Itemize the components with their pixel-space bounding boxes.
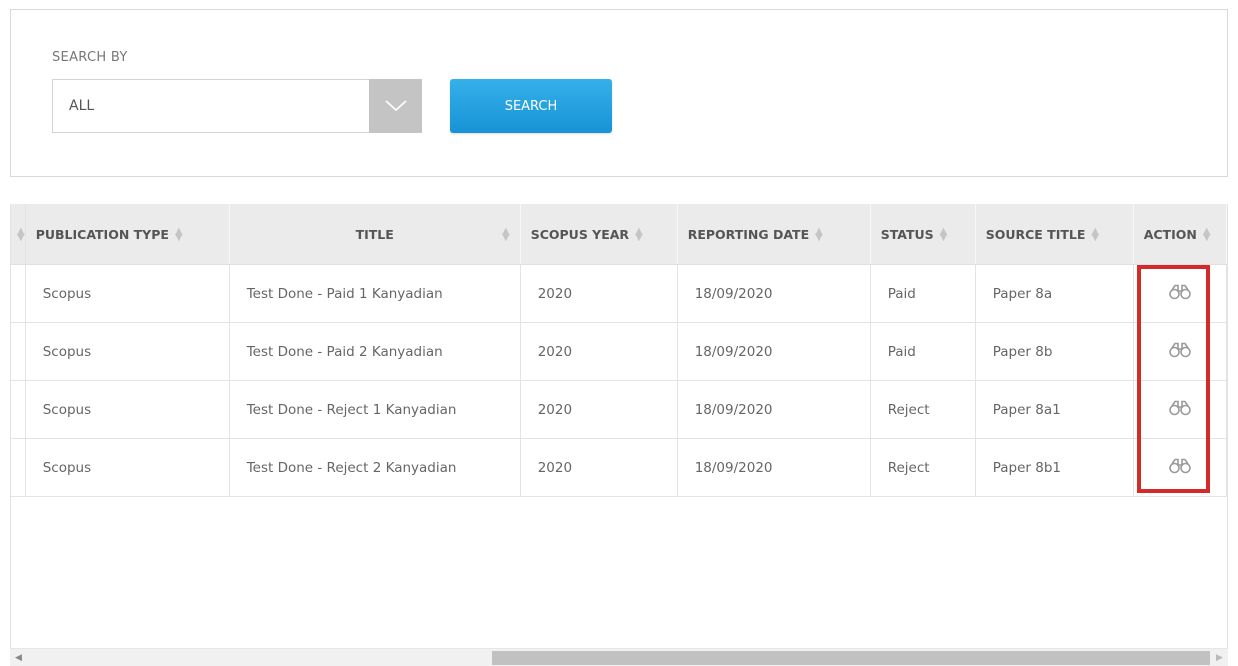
- table-row[interactable]: Scopus Test Done - Reject 1 Kanyadian 20…: [11, 380, 1227, 439]
- table-header-row: ▲ ▼ PUBLICATION TYPE ▲ ▼ TITLE ▲ ▼ SCOPUS YEA…: [11, 204, 1227, 265]
- cell-publication-type: Scopus: [25, 438, 230, 497]
- column-header-label: REPORTING DATE: [687, 226, 810, 242]
- cell-status: Paid: [870, 322, 976, 381]
- sort-icon: ▲ ▼: [635, 226, 643, 243]
- sort-icon: ▲ ▼: [1202, 226, 1211, 243]
- cell-scopus-year: 2020: [520, 380, 678, 439]
- column-header-label: SOURCE TITLE: [985, 226, 1086, 242]
- scroll-left-icon[interactable]: ◀: [10, 649, 27, 666]
- scrollbar-thumb[interactable]: [492, 651, 1210, 665]
- sort-icon: ▲ ▼: [1091, 226, 1100, 243]
- cell-reporting-date: 18/09/2020: [677, 264, 871, 323]
- column-header-action[interactable]: ACTION ▲ ▼: [1133, 204, 1227, 265]
- cell-reporting-date: 18/09/2020: [677, 322, 871, 381]
- results-table: ▲ ▼ PUBLICATION TYPE ▲ ▼ TITLE ▲ ▼ SCOPUS YEA…: [11, 204, 1227, 497]
- horizontal-scrollbar[interactable]: ◀ ▶: [10, 648, 1228, 666]
- table-row[interactable]: Scopus Test Done - Paid 2 Kanyadian 2020…: [11, 322, 1227, 381]
- cell-status: Paid: [870, 264, 976, 323]
- cell-source-title: Paper 8a1: [975, 380, 1134, 439]
- row-stub-cell: [11, 380, 26, 439]
- cell-scopus-year: 2020: [520, 264, 678, 323]
- sort-icon: ▲ ▼: [17, 226, 25, 243]
- row-stub-cell: [11, 264, 26, 323]
- cell-status: Reject: [870, 438, 976, 497]
- cell-source-title: Paper 8b: [975, 322, 1134, 381]
- cell-action: [1133, 380, 1227, 439]
- column-header-status[interactable]: STATUS ▲ ▼: [870, 204, 976, 265]
- binoculars-icon[interactable]: [1168, 342, 1191, 362]
- sort-icon: ▲ ▼: [502, 226, 510, 243]
- cell-publication-type: Scopus: [25, 264, 230, 323]
- table-row[interactable]: Scopus Test Done - Reject 2 Kanyadian 20…: [11, 438, 1227, 497]
- chevron-down-icon[interactable]: [369, 79, 422, 133]
- cell-title: Test Done - Reject 2 Kanyadian: [229, 438, 521, 497]
- cell-publication-type: Scopus: [25, 380, 230, 439]
- column-header-publication-type[interactable]: PUBLICATION TYPE ▲ ▼: [25, 204, 230, 265]
- cell-source-title: Paper 8b1: [975, 438, 1134, 497]
- cell-action: [1133, 438, 1227, 497]
- cell-action: [1133, 264, 1227, 323]
- column-header-label: ACTION: [1143, 226, 1197, 242]
- cell-reporting-date: 18/09/2020: [677, 380, 871, 439]
- sort-icon: ▲ ▼: [815, 226, 823, 243]
- row-stub-cell: [11, 438, 26, 497]
- binoculars-icon[interactable]: [1168, 400, 1191, 420]
- search-by-label: SEARCH BY: [52, 50, 128, 65]
- scroll-right-icon[interactable]: ▶: [1211, 649, 1228, 666]
- search-button[interactable]: SEARCH: [450, 79, 612, 133]
- column-header-label: PUBLICATION TYPE: [35, 226, 169, 242]
- table-row[interactable]: Scopus Test Done - Paid 1 Kanyadian 2020…: [11, 264, 1227, 323]
- cell-status: Reject: [870, 380, 976, 439]
- cell-title: Test Done - Paid 1 Kanyadian: [229, 264, 521, 323]
- column-header-label: SCOPUS YEAR: [530, 226, 630, 242]
- cell-scopus-year: 2020: [520, 322, 678, 381]
- results-table-container: ▲ ▼ PUBLICATION TYPE ▲ ▼ TITLE ▲ ▼ SCOPUS YEA…: [10, 204, 1228, 666]
- binoculars-icon[interactable]: [1168, 458, 1191, 478]
- column-header-label: STATUS: [880, 226, 934, 242]
- column-header-title[interactable]: TITLE ▲ ▼: [229, 204, 521, 265]
- cell-source-title: Paper 8a: [975, 264, 1134, 323]
- row-stub-cell: [11, 322, 26, 381]
- cell-title: Test Done - Reject 1 Kanyadian: [229, 380, 521, 439]
- cell-action: [1133, 322, 1227, 381]
- column-header-reporting-date[interactable]: REPORTING DATE ▲ ▼: [677, 204, 871, 265]
- column-header-hidden[interactable]: ▲ ▼: [11, 204, 26, 265]
- column-header-scopus-year[interactable]: SCOPUS YEAR ▲ ▼: [520, 204, 678, 265]
- cell-title: Test Done - Paid 2 Kanyadian: [229, 322, 521, 381]
- column-header-label: TITLE: [355, 226, 394, 242]
- search-panel: SEARCH BY ALL SEARCH: [10, 9, 1228, 177]
- search-by-select[interactable]: ALL: [52, 79, 422, 133]
- binoculars-icon[interactable]: [1168, 284, 1191, 304]
- cell-scopus-year: 2020: [520, 438, 678, 497]
- sort-icon: ▲ ▼: [174, 226, 183, 243]
- sort-icon: ▲ ▼: [939, 226, 948, 243]
- cell-reporting-date: 18/09/2020: [677, 438, 871, 497]
- cell-publication-type: Scopus: [25, 322, 230, 381]
- column-header-source-title[interactable]: SOURCE TITLE ▲ ▼: [975, 204, 1134, 265]
- search-by-selected-value: ALL: [69, 98, 95, 114]
